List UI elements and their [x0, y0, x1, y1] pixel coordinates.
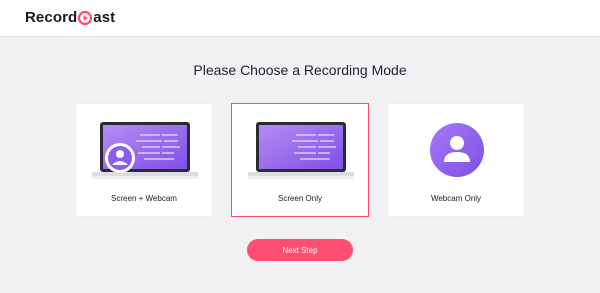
mode-card-webcam-only[interactable]: Webcam Only — [387, 103, 525, 217]
mode-label: Screen + Webcam — [111, 194, 177, 203]
mode-label: Screen Only — [277, 194, 323, 203]
mode-card-screen-only[interactable]: Screen Only — [231, 103, 369, 217]
logo-text-right: ast — [93, 9, 116, 26]
logo-text-left: Record — [25, 9, 78, 26]
next-step-button[interactable]: Next Step — [247, 239, 353, 261]
mode-label: Webcam Only — [430, 194, 482, 203]
page-title: Please Choose a Recording Mode — [193, 62, 407, 78]
laptop-screen-icon — [248, 122, 354, 179]
mode-card-screen-webcam[interactable]: Screen + Webcam — [75, 103, 213, 217]
top-bar: Record ast — [0, 0, 600, 37]
laptop-webcam-icon — [92, 122, 198, 179]
app-logo[interactable]: Record ast — [25, 9, 115, 26]
webcam-user-icon — [430, 123, 484, 177]
record-logo-icon — [78, 10, 93, 25]
